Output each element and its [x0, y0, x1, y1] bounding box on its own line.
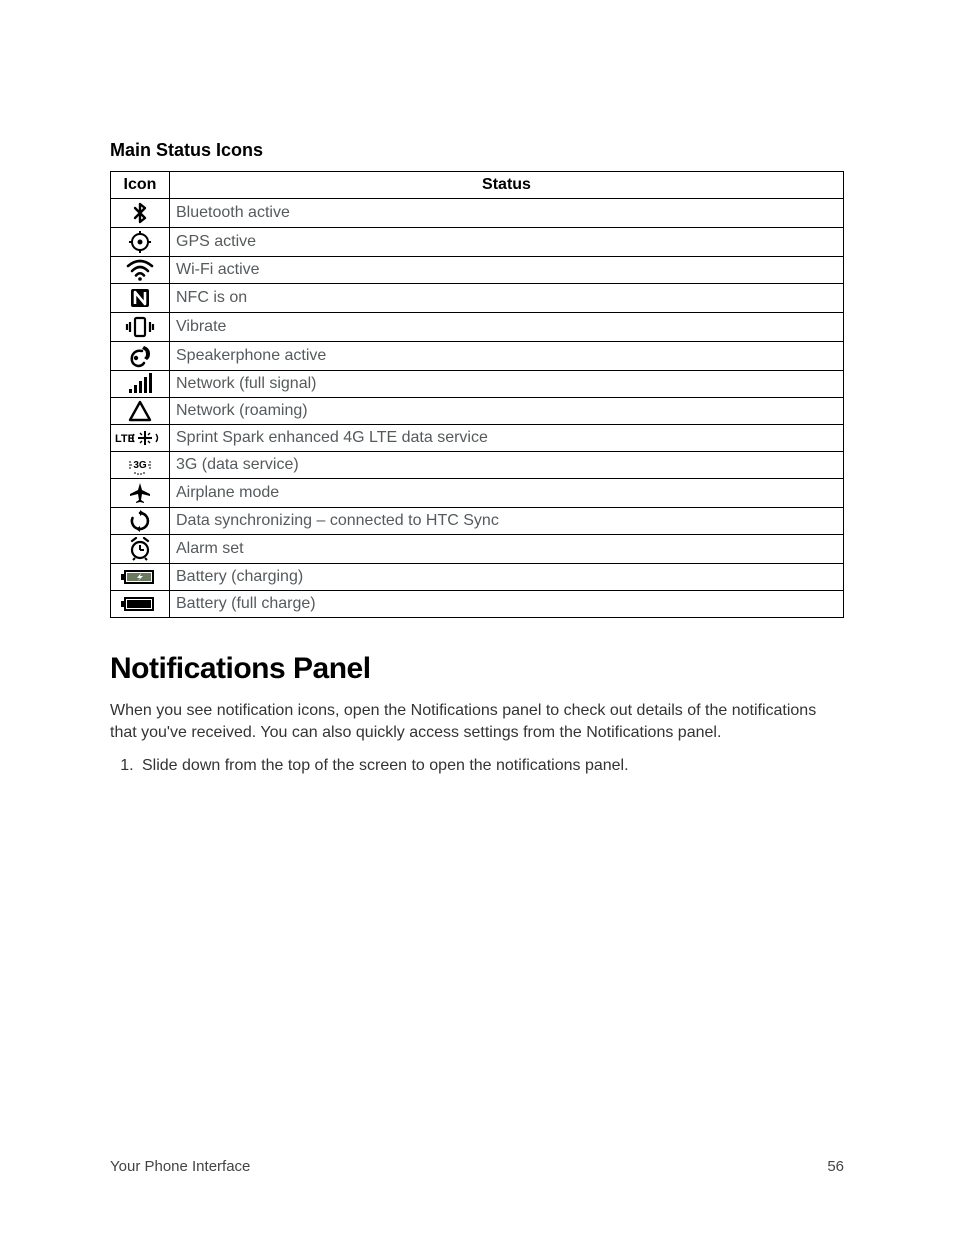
airplane-icon — [111, 479, 170, 508]
notifications-heading: Notifications Panel — [110, 652, 844, 686]
table-header-row: Icon Status — [111, 172, 844, 199]
steps-list: Slide down from the top of the screen to… — [110, 757, 844, 775]
wifi-icon — [111, 257, 170, 284]
table-row: Speakerphone active — [111, 342, 844, 371]
status-text: Battery (full charge) — [170, 591, 844, 618]
table-row: GPS active — [111, 228, 844, 257]
bluetooth-icon — [111, 199, 170, 228]
header-status: Status — [170, 172, 844, 199]
status-text: Battery (charging) — [170, 564, 844, 591]
status-text: Network (roaming) — [170, 398, 844, 425]
alarm-icon — [111, 535, 170, 564]
page-footer: Your Phone Interface 56 — [110, 1158, 844, 1175]
status-text: Network (full signal) — [170, 371, 844, 398]
status-icons-table: Icon Status Bluetooth active GPS active — [110, 171, 844, 618]
lte-spark-icon: LTE — [111, 425, 170, 452]
table-row: Airplane mode — [111, 479, 844, 508]
page: Main Status Icons Icon Status Bluetooth … — [0, 0, 954, 1235]
table-row: Network (full signal) — [111, 371, 844, 398]
table-row: Battery (charging) — [111, 564, 844, 591]
footer-section-name: Your Phone Interface — [110, 1158, 250, 1175]
status-text: Data synchronizing – connected to HTC Sy… — [170, 508, 844, 535]
table-row: NFC is on — [111, 284, 844, 313]
status-text: Airplane mode — [170, 479, 844, 508]
3g-icon: 3G — [111, 452, 170, 479]
status-text: Vibrate — [170, 313, 844, 342]
table-row: Network (roaming) — [111, 398, 844, 425]
status-text: 3G (data service) — [170, 452, 844, 479]
table-row: Alarm set — [111, 535, 844, 564]
battery-charging-icon — [111, 564, 170, 591]
gps-icon — [111, 228, 170, 257]
status-text: Alarm set — [170, 535, 844, 564]
table-row: Bluetooth active — [111, 199, 844, 228]
header-icon: Icon — [111, 172, 170, 199]
section-heading: Main Status Icons — [110, 140, 844, 161]
table-row: Vibrate — [111, 313, 844, 342]
sync-icon — [111, 508, 170, 535]
battery-full-icon — [111, 591, 170, 618]
table-row: Wi-Fi active — [111, 257, 844, 284]
status-text: Bluetooth active — [170, 199, 844, 228]
table-row: Data synchronizing – connected to HTC Sy… — [111, 508, 844, 535]
status-text: Speakerphone active — [170, 342, 844, 371]
table-row: LTE Sprint Spark enhanced 4G LTE data se… — [111, 425, 844, 452]
status-text: Sprint Spark enhanced 4G LTE data servic… — [170, 425, 844, 452]
signal-full-icon — [111, 371, 170, 398]
svg-text:3G: 3G — [133, 460, 147, 471]
status-text: Wi-Fi active — [170, 257, 844, 284]
notifications-paragraph: When you see notification icons, open th… — [110, 700, 844, 743]
speakerphone-icon — [111, 342, 170, 371]
status-text: GPS active — [170, 228, 844, 257]
footer-page-number: 56 — [827, 1158, 844, 1175]
table-row: 3G 3G (data service) — [111, 452, 844, 479]
vibrate-icon — [111, 313, 170, 342]
step-1: Slide down from the top of the screen to… — [138, 757, 844, 775]
status-text: NFC is on — [170, 284, 844, 313]
nfc-icon — [111, 284, 170, 313]
roaming-icon — [111, 398, 170, 425]
table-row: Battery (full charge) — [111, 591, 844, 618]
